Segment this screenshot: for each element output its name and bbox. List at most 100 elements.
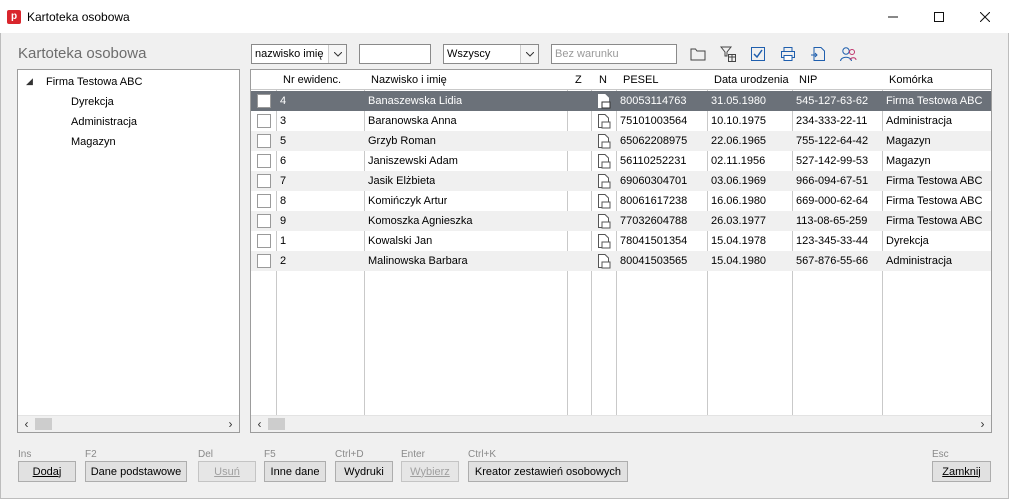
table-row[interactable]: 6 Janiszewski Adam 56110252231 02.11.195… [251, 151, 991, 171]
maximize-button[interactable] [916, 0, 962, 33]
close-icon [980, 11, 990, 22]
tree-node-magazyn[interactable]: Magazyn [71, 133, 116, 151]
filter-table-icon[interactable] [719, 45, 737, 63]
cell-dob: 15.04.1978 [711, 235, 767, 247]
maximize-icon [934, 11, 944, 22]
scroll-left-icon[interactable]: ‹ [251, 416, 268, 432]
scroll-left-icon[interactable]: ‹ [18, 416, 35, 432]
document-icon[interactable] [597, 154, 611, 169]
people-icon[interactable] [839, 45, 857, 63]
cell-unit: Magazyn [886, 155, 931, 167]
table-row[interactable]: 1 Kowalski Jan 78041501354 15.04.1978 12… [251, 231, 991, 251]
cell-dob: 02.11.1956 [711, 155, 766, 167]
document-icon[interactable] [597, 94, 611, 109]
app-logo-icon: p [7, 10, 21, 24]
tree-node-administracja[interactable]: Administracja [71, 113, 137, 131]
basic-data-button[interactable]: Dane podstawowe [85, 461, 187, 482]
row-checkbox[interactable] [257, 254, 271, 268]
cell-dob: 03.06.1969 [711, 175, 767, 187]
cell-pesel: 80061617238 [620, 195, 688, 207]
col-header-nr[interactable]: Nr ewidenc. [283, 70, 341, 90]
row-checkbox[interactable] [257, 234, 271, 248]
choose-button[interactable]: Wybierz [401, 461, 459, 482]
cell-dob: 22.06.1965 [711, 135, 767, 147]
table-row[interactable]: 5 Grzyb Roman 65062208975 22.06.1965 755… [251, 131, 991, 151]
tree-expanded-icon[interactable]: ◢ [26, 76, 33, 87]
other-data-button[interactable]: Inne dane [264, 461, 326, 482]
close-window-button[interactable] [962, 0, 1008, 33]
shortcut-ctrl-d: Ctrl+D [335, 449, 364, 460]
print-icon[interactable] [779, 45, 797, 63]
tree-horizontal-scrollbar[interactable]: ‹ › [18, 415, 239, 432]
col-header-n[interactable]: N [599, 70, 607, 90]
tree-node-dyrekcja[interactable]: Dyrekcja [71, 93, 114, 111]
document-icon[interactable] [597, 174, 611, 189]
cell-nr: 3 [280, 115, 287, 127]
row-checkbox[interactable] [257, 214, 271, 228]
search-input[interactable] [359, 44, 431, 64]
col-header-nip[interactable]: NIP [799, 70, 817, 90]
cell-nip: 123-345-33-44 [796, 235, 869, 247]
cell-pesel: 56110252231 [620, 155, 687, 167]
tree-node-root[interactable]: Firma Testowa ABC [46, 73, 142, 91]
cell-name: Kowalski Jan [368, 235, 433, 247]
cell-unit: Firma Testowa ABC [886, 95, 983, 107]
row-checkbox[interactable] [257, 194, 271, 208]
cell-dob: 31.05.1980 [711, 95, 767, 107]
scrollbar-thumb[interactable] [35, 418, 52, 430]
cell-nip: 113-08-65-259 [796, 215, 868, 227]
prints-button[interactable]: Wydruki [335, 461, 393, 482]
condition-input[interactable]: Bez warunku [551, 44, 677, 64]
scroll-right-icon[interactable]: › [974, 416, 991, 432]
remove-button[interactable]: Usuń [198, 461, 256, 482]
cell-nr: 5 [280, 135, 287, 147]
document-icon[interactable] [597, 254, 611, 269]
minimize-icon [888, 16, 898, 17]
chevron-down-icon [520, 45, 538, 63]
cell-nip: 567-876-55-66 [796, 255, 869, 267]
sort-field-select[interactable]: nazwisko imię [251, 44, 347, 64]
document-icon[interactable] [597, 114, 611, 129]
row-checkbox[interactable] [257, 154, 271, 168]
col-header-dob[interactable]: Data urodzenia [714, 70, 789, 90]
row-checkbox[interactable] [257, 114, 271, 128]
table-row[interactable]: 8 Komińczyk Artur 80061617238 16.06.1980… [251, 191, 991, 211]
table-row[interactable]: 3 Baranowska Anna 75101003564 10.10.1975… [251, 111, 991, 131]
close-button[interactable]: Zamknij [932, 461, 991, 482]
table-row[interactable]: 9 Komoszka Agnieszka 77032604788 26.03.1… [251, 211, 991, 231]
table-row[interactable]: 2 Malinowska Barbara 80041503565 15.04.1… [251, 251, 991, 271]
cell-pesel: 78041501354 [620, 235, 688, 247]
report-creator-button[interactable]: Kreator zestawień osobowych [468, 461, 628, 482]
col-header-unit[interactable]: Komórka [889, 70, 933, 90]
document-icon[interactable] [597, 134, 611, 149]
table-row[interactable]: 7 Jasik Elżbieta 69060304701 03.06.1969 … [251, 171, 991, 191]
cell-dob: 10.10.1975 [711, 115, 767, 127]
scrollbar-thumb[interactable] [268, 418, 285, 430]
grid-horizontal-scrollbar[interactable]: ‹ › [251, 415, 991, 432]
cell-nip: 755-122-64-42 [796, 135, 869, 147]
cell-dob: 15.04.1980 [711, 255, 767, 267]
cell-nr: 4 [280, 95, 287, 107]
row-checkbox[interactable] [257, 134, 271, 148]
row-checkbox[interactable] [257, 94, 271, 108]
shortcut-f2: F2 [85, 449, 97, 460]
scope-select[interactable]: Wszyscy [443, 44, 539, 64]
col-header-pesel[interactable]: PESEL [623, 70, 658, 90]
org-tree: ◢ Firma Testowa ABC Dyrekcja Administrac… [17, 69, 240, 433]
folder-icon[interactable] [689, 45, 707, 63]
minimize-button[interactable] [870, 0, 916, 33]
add-button[interactable]: Dodaj [18, 461, 76, 482]
cell-name: Banaszewska Lidia [368, 95, 463, 107]
col-header-name[interactable]: Nazwisko i imię [371, 70, 447, 90]
title-bar: p Kartoteka osobowa [0, 0, 1009, 33]
document-icon[interactable] [597, 234, 611, 249]
document-icon[interactable] [597, 194, 611, 209]
checkbox-icon[interactable] [749, 45, 767, 63]
export-icon[interactable] [809, 45, 827, 63]
col-header-z[interactable]: Z [575, 70, 582, 90]
table-row[interactable]: 4 Banaszewska Lidia 80053114763 31.05.19… [251, 91, 991, 111]
row-checkbox[interactable] [257, 174, 271, 188]
scroll-right-icon[interactable]: › [222, 416, 239, 432]
document-icon[interactable] [597, 214, 611, 229]
cell-name: Jasik Elżbieta [368, 175, 436, 187]
